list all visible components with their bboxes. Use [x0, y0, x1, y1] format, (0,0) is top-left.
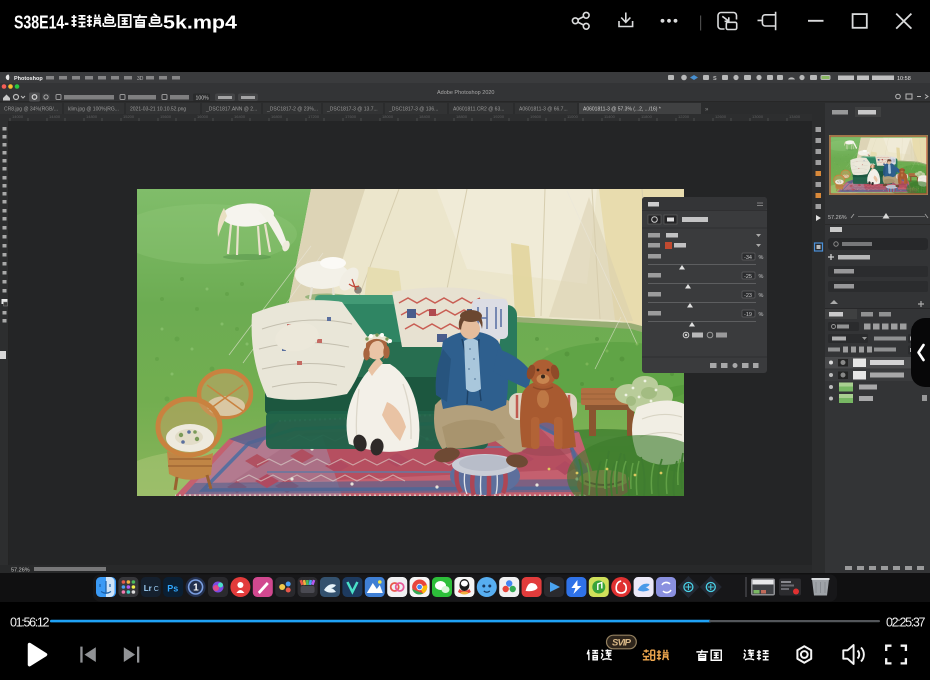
- svg-text:-23: -23: [744, 293, 752, 299]
- svg-text:14000: 14000: [12, 114, 24, 119]
- svg-text:S: S: [713, 76, 717, 82]
- svg-text:12600: 12600: [715, 114, 727, 119]
- svg-text:_DSC1817-2 @ 23%...: _DSC1817-2 @ 23%...: [266, 107, 318, 113]
- svg-text:11400: 11400: [604, 114, 616, 119]
- svg-text:13400: 13400: [789, 114, 801, 119]
- svg-text:02:25:37: 02:25:37: [886, 616, 926, 630]
- svg-text:19600: 19600: [530, 114, 542, 119]
- svg-text:SVIP: SVIP: [612, 637, 632, 648]
- svg-text:5k.mp4: 5k.mp4: [163, 13, 237, 33]
- svg-text:11800: 11800: [641, 114, 653, 119]
- svg-text:2021-03-21 10.10.52.png: 2021-03-21 10.10.52.png: [130, 107, 186, 113]
- svg-text:17600: 17600: [345, 114, 357, 119]
- svg-text:11000: 11000: [567, 114, 579, 119]
- svg-text:A0601811.CR2 @ 63...: A0601811.CR2 @ 63...: [453, 107, 504, 113]
- svg-text:-19: -19: [744, 312, 752, 318]
- svg-text:16400: 16400: [234, 114, 246, 119]
- svg-text:18000: 18000: [382, 114, 394, 119]
- svg-text:Photoshop: Photoshop: [14, 76, 43, 82]
- svg-text:-34: -34: [744, 255, 752, 261]
- svg-text:100%: 100%: [196, 96, 210, 102]
- svg-text:16800: 16800: [271, 114, 283, 119]
- svg-text:_DSC1817.ANN @ 2...: _DSC1817.ANN @ 2...: [205, 107, 257, 113]
- svg-text:12200: 12200: [678, 114, 690, 119]
- svg-text:3D: 3D: [137, 76, 144, 82]
- svg-text:_DSC1817-3 @ 13.7...: _DSC1817-3 @ 13.7...: [326, 107, 378, 113]
- svg-text:_DSC1817-3 @ 136...: _DSC1817-3 @ 136...: [388, 107, 438, 113]
- svg-text:C: C: [154, 586, 159, 593]
- svg-text:CR8.jpg @ 34%(RGB/...: CR8.jpg @ 34%(RGB/...: [4, 107, 58, 113]
- svg-text:%: %: [759, 312, 764, 318]
- svg-text:15600: 15600: [160, 114, 172, 119]
- svg-text:1: 1: [193, 583, 199, 594]
- svg-text:13000: 13000: [752, 114, 764, 119]
- svg-text:01:56:12: 01:56:12: [10, 616, 50, 630]
- svg-text:57.26%: 57.26%: [828, 215, 847, 221]
- svg-text:A0601811-3 @ 57.3% (...2, .../: A0601811-3 @ 57.3% (...2, .../16) *: [583, 107, 661, 113]
- svg-text:15200: 15200: [123, 114, 135, 119]
- svg-text:%: %: [759, 274, 764, 280]
- svg-text:14400: 14400: [49, 114, 61, 119]
- svg-text:14800: 14800: [86, 114, 98, 119]
- svg-text:17200: 17200: [308, 114, 320, 119]
- svg-text:18400: 18400: [419, 114, 431, 119]
- svg-text:16000: 16000: [197, 114, 209, 119]
- svg-text:Adobe Photoshop 2020: Adobe Photoshop 2020: [437, 90, 495, 96]
- svg-text:10:58: 10:58: [897, 76, 911, 82]
- svg-text:Ps: Ps: [167, 584, 178, 594]
- svg-text:%: %: [759, 293, 764, 299]
- svg-text:19200: 19200: [493, 114, 505, 119]
- svg-text:klim.jpg @ 100%(RG...: klim.jpg @ 100%(RG...: [68, 107, 119, 113]
- svg-text:18800: 18800: [456, 114, 468, 119]
- svg-text:-25: -25: [744, 274, 752, 280]
- svg-text:S38E14-: S38E14-: [14, 13, 69, 33]
- svg-text:Lr: Lr: [144, 584, 152, 593]
- svg-text:A0601811-3 @ 66.7...: A0601811-3 @ 66.7...: [519, 107, 568, 113]
- svg-text:%: %: [759, 255, 764, 261]
